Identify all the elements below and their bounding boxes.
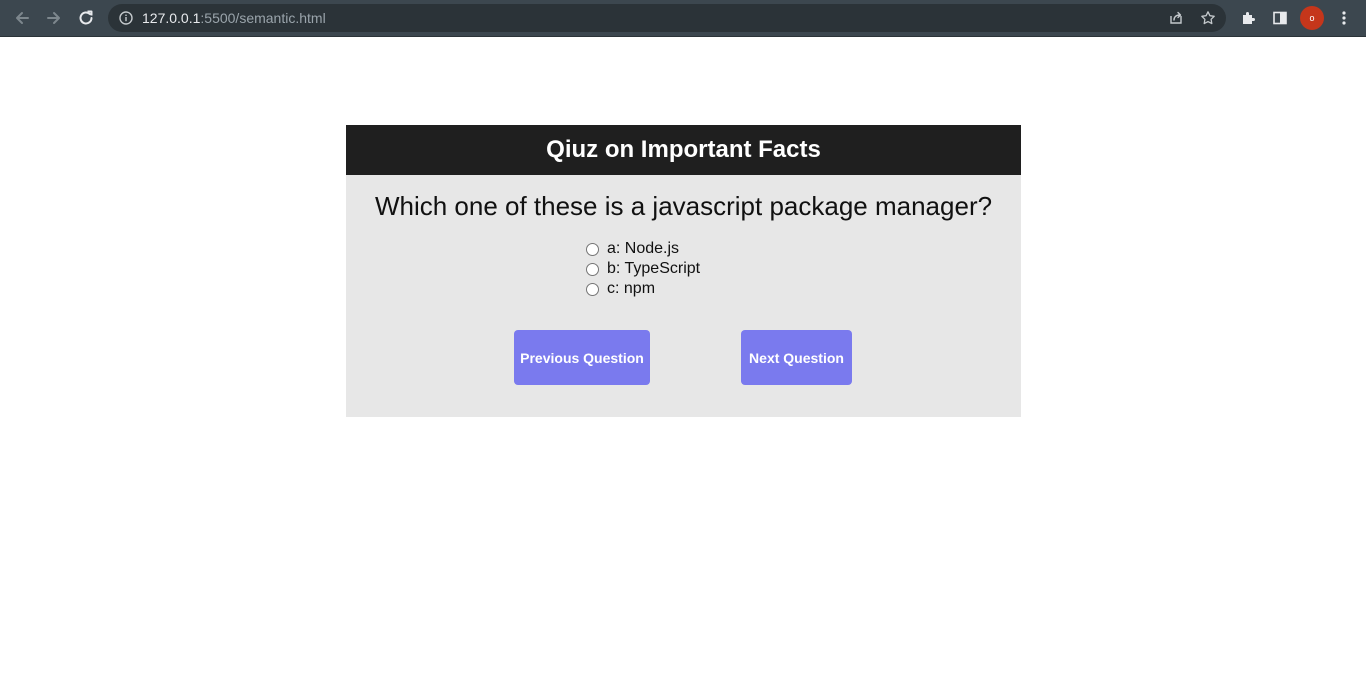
- share-icon[interactable]: [1166, 8, 1186, 28]
- radio-button[interactable]: [586, 282, 599, 296]
- quiz-card: Qiuz on Important Facts Which one of the…: [346, 125, 1021, 417]
- answer-label: c: npm: [607, 280, 656, 297]
- more-menu-icon[interactable]: [1333, 7, 1355, 29]
- forward-icon[interactable]: [42, 6, 66, 30]
- previous-question-button[interactable]: Previous Question: [514, 330, 650, 385]
- answer-option-c[interactable]: c: npm: [586, 279, 700, 299]
- url-host: 127.0.0.1: [142, 10, 201, 26]
- next-question-button[interactable]: Next Question: [741, 330, 852, 385]
- url-text: 127.0.0.1:5500/semantic.html: [142, 10, 326, 26]
- answer-label: a: Node.js: [607, 240, 680, 257]
- address-bar[interactable]: 127.0.0.1:5500/semantic.html: [108, 4, 1226, 32]
- answer-list: a: Node.js b: TypeScript c: npm: [586, 239, 700, 299]
- answer-label: b: TypeScript: [607, 260, 701, 277]
- url-path: :5500/semantic.html: [200, 10, 326, 26]
- extensions-icon[interactable]: [1237, 7, 1259, 29]
- browser-toolbar: 127.0.0.1:5500/semantic.html o: [0, 0, 1366, 37]
- back-icon[interactable]: [10, 6, 34, 30]
- question-text: Which one of these is a javascript packa…: [374, 191, 993, 221]
- radio-button[interactable]: [586, 262, 599, 276]
- profile-avatar[interactable]: o: [1300, 6, 1324, 30]
- answer-option-b[interactable]: b: TypeScript: [586, 259, 700, 279]
- info-icon[interactable]: [118, 10, 134, 26]
- radio-button[interactable]: [586, 242, 599, 256]
- reload-icon[interactable]: [74, 6, 98, 30]
- bookmark-star-icon[interactable]: [1198, 8, 1218, 28]
- side-panel-icon[interactable]: [1269, 7, 1291, 29]
- quiz-title: Qiuz on Important Facts: [346, 125, 1021, 175]
- answer-option-a[interactable]: a: Node.js: [586, 239, 700, 259]
